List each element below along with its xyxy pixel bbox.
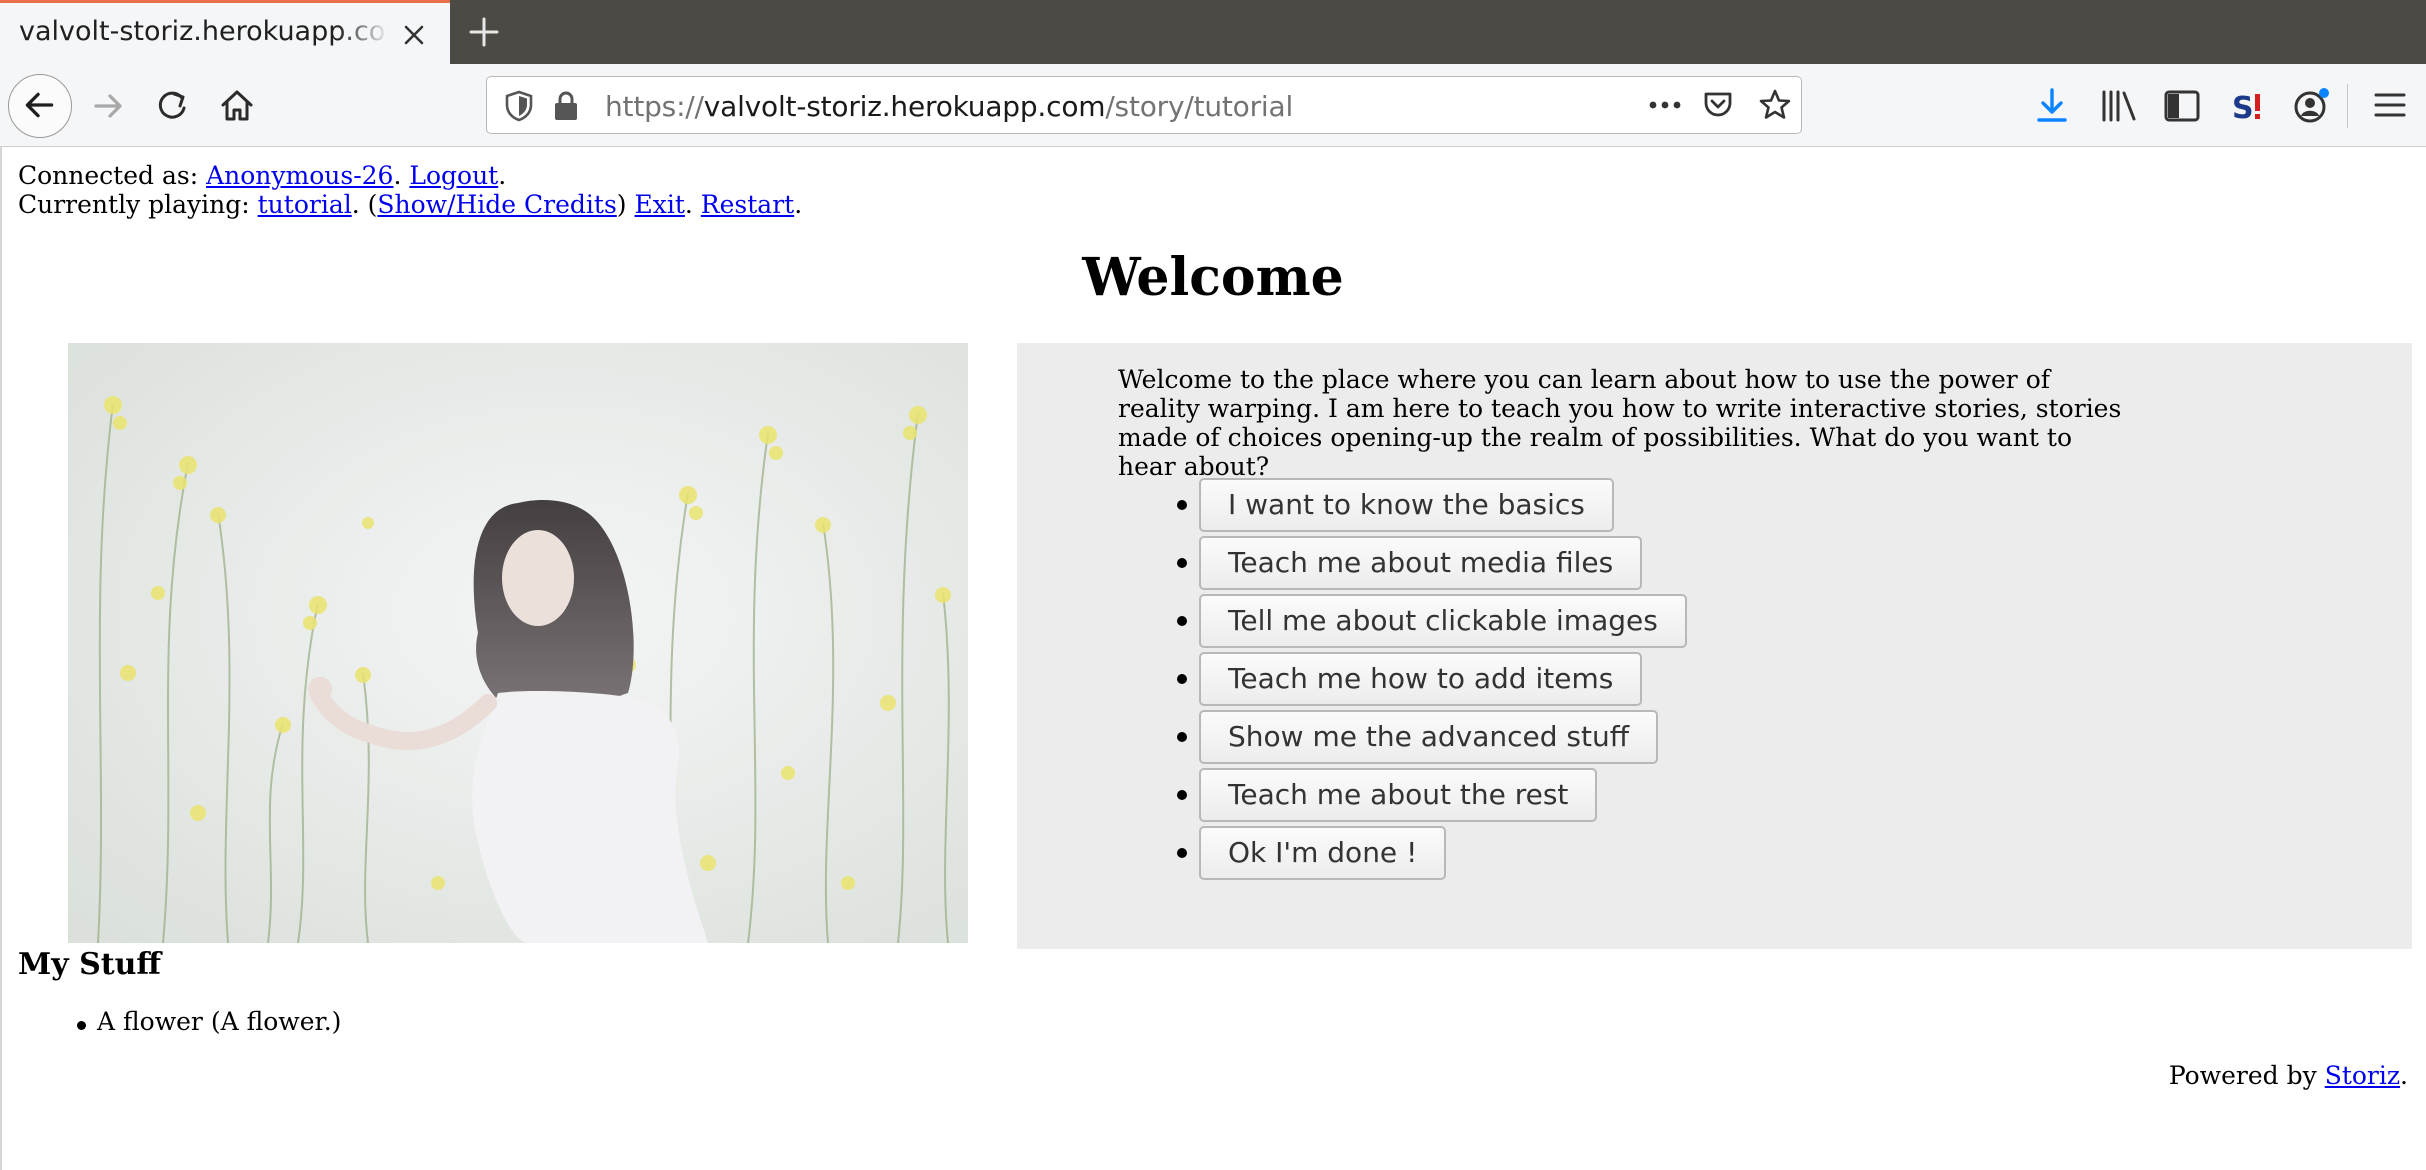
bullet xyxy=(1177,616,1187,626)
choice-button-advanced[interactable]: Show me the advanced stuff xyxy=(1199,710,1659,764)
library-icon[interactable] xyxy=(2098,88,2138,124)
back-arrow-icon xyxy=(25,92,54,118)
pocket-icon[interactable] xyxy=(1701,88,1735,122)
restart-link[interactable]: Restart xyxy=(701,190,794,219)
choice-item: Tell me about clickable images xyxy=(1017,594,1817,652)
story-name-link[interactable]: tutorial xyxy=(258,190,352,219)
shield-icon[interactable] xyxy=(503,89,535,123)
lock-icon[interactable] xyxy=(551,89,581,123)
choice-item: Ok I'm done ! xyxy=(1017,826,1817,884)
tab-title: valvolt-storiz.herokuapp.com xyxy=(19,16,389,47)
close-tab-icon[interactable] xyxy=(398,19,430,51)
address-bar[interactable]: https://valvolt-storiz.herokuapp.com/sto… xyxy=(486,76,1802,134)
choice-button-clickable-images[interactable]: Tell me about clickable images xyxy=(1199,594,1687,648)
choice-button-the-rest[interactable]: Teach me about the rest xyxy=(1199,768,1598,822)
storiz-link[interactable]: Storiz xyxy=(2325,1061,2400,1090)
exit-link[interactable]: Exit xyxy=(635,190,685,219)
story-text: Welcome to the place where you can learn… xyxy=(1118,365,2122,481)
sidebar-icon[interactable] xyxy=(2162,88,2202,124)
connected-line: Connected as: Anonymous-26. Logout. xyxy=(18,161,507,190)
logout-link[interactable]: Logout xyxy=(409,161,498,190)
bookmark-star-icon[interactable] xyxy=(1757,87,1793,123)
choice-item: I want to know the basics xyxy=(1017,478,1817,536)
home-icon[interactable] xyxy=(216,84,258,126)
choice-button-done[interactable]: Ok I'm done ! xyxy=(1199,826,1447,880)
scene-image xyxy=(68,343,968,943)
download-icon[interactable] xyxy=(2034,86,2070,126)
url-text[interactable]: https://valvolt-storiz.herokuapp.com/sto… xyxy=(605,90,1293,123)
toolbar-separator xyxy=(2347,84,2348,128)
bullet xyxy=(1177,558,1187,568)
url-path: /story/tutorial xyxy=(1105,90,1294,123)
choice-button-add-items[interactable]: Teach me how to add items xyxy=(1199,652,1643,706)
bullet xyxy=(1177,674,1187,684)
bullet xyxy=(77,1021,86,1030)
playing-label: Currently playing: xyxy=(18,190,258,219)
url-host: valvolt-storiz.herokuapp.com xyxy=(703,90,1106,123)
playing-line: Currently playing: tutorial. (Show/Hide … xyxy=(18,190,803,219)
back-button[interactable] xyxy=(8,74,72,138)
storiz-extension-icon[interactable]: S xyxy=(2228,88,2268,126)
forward-arrow-icon[interactable] xyxy=(88,86,128,126)
page-actions-icon[interactable] xyxy=(1647,93,1683,117)
choice-item: Teach me about media files xyxy=(1017,536,1817,594)
bullet xyxy=(1177,790,1187,800)
story-title: Welcome xyxy=(1082,247,1344,308)
story-panel: Welcome to the place where you can learn… xyxy=(1017,343,2412,949)
footer-prefix: Powered by xyxy=(2168,1061,2325,1090)
choice-item: Show me the advanced stuff xyxy=(1017,710,1817,768)
username-link[interactable]: Anonymous-26 xyxy=(206,161,393,190)
bullet xyxy=(1177,848,1187,858)
bullet xyxy=(1177,500,1187,510)
hamburger-menu-icon[interactable] xyxy=(2371,88,2409,122)
new-tab-icon[interactable] xyxy=(466,14,502,50)
navigation-toolbar: https://valvolt-storiz.herokuapp.com/sto… xyxy=(0,64,2426,147)
footer: Powered by Storiz. xyxy=(2168,1061,2408,1090)
bullet xyxy=(1177,732,1187,742)
credits-link[interactable]: Show/Hide Credits xyxy=(377,190,616,219)
page-content: Connected as: Anonymous-26. Logout. Curr… xyxy=(0,147,2426,1170)
inventory-heading: My Stuff xyxy=(18,947,162,982)
choice-button-media-files[interactable]: Teach me about media files xyxy=(1199,536,1643,590)
inventory-item-text: A flower (A flower.) xyxy=(97,1007,342,1036)
url-scheme: https:// xyxy=(605,90,704,123)
connected-label: Connected as: xyxy=(18,161,207,190)
active-tab[interactable]: valvolt-storiz.herokuapp.com xyxy=(0,0,450,64)
svg-text:S: S xyxy=(2232,91,2254,126)
choice-button-basics[interactable]: I want to know the basics xyxy=(1199,478,1614,532)
woman-in-flower-field-illustration xyxy=(68,343,968,943)
account-icon[interactable] xyxy=(2290,84,2332,126)
tab-strip: valvolt-storiz.herokuapp.com xyxy=(0,0,2426,64)
reload-icon[interactable] xyxy=(152,86,192,126)
choice-item: Teach me how to add items xyxy=(1017,652,1817,710)
choice-item: Teach me about the rest xyxy=(1017,768,1817,826)
